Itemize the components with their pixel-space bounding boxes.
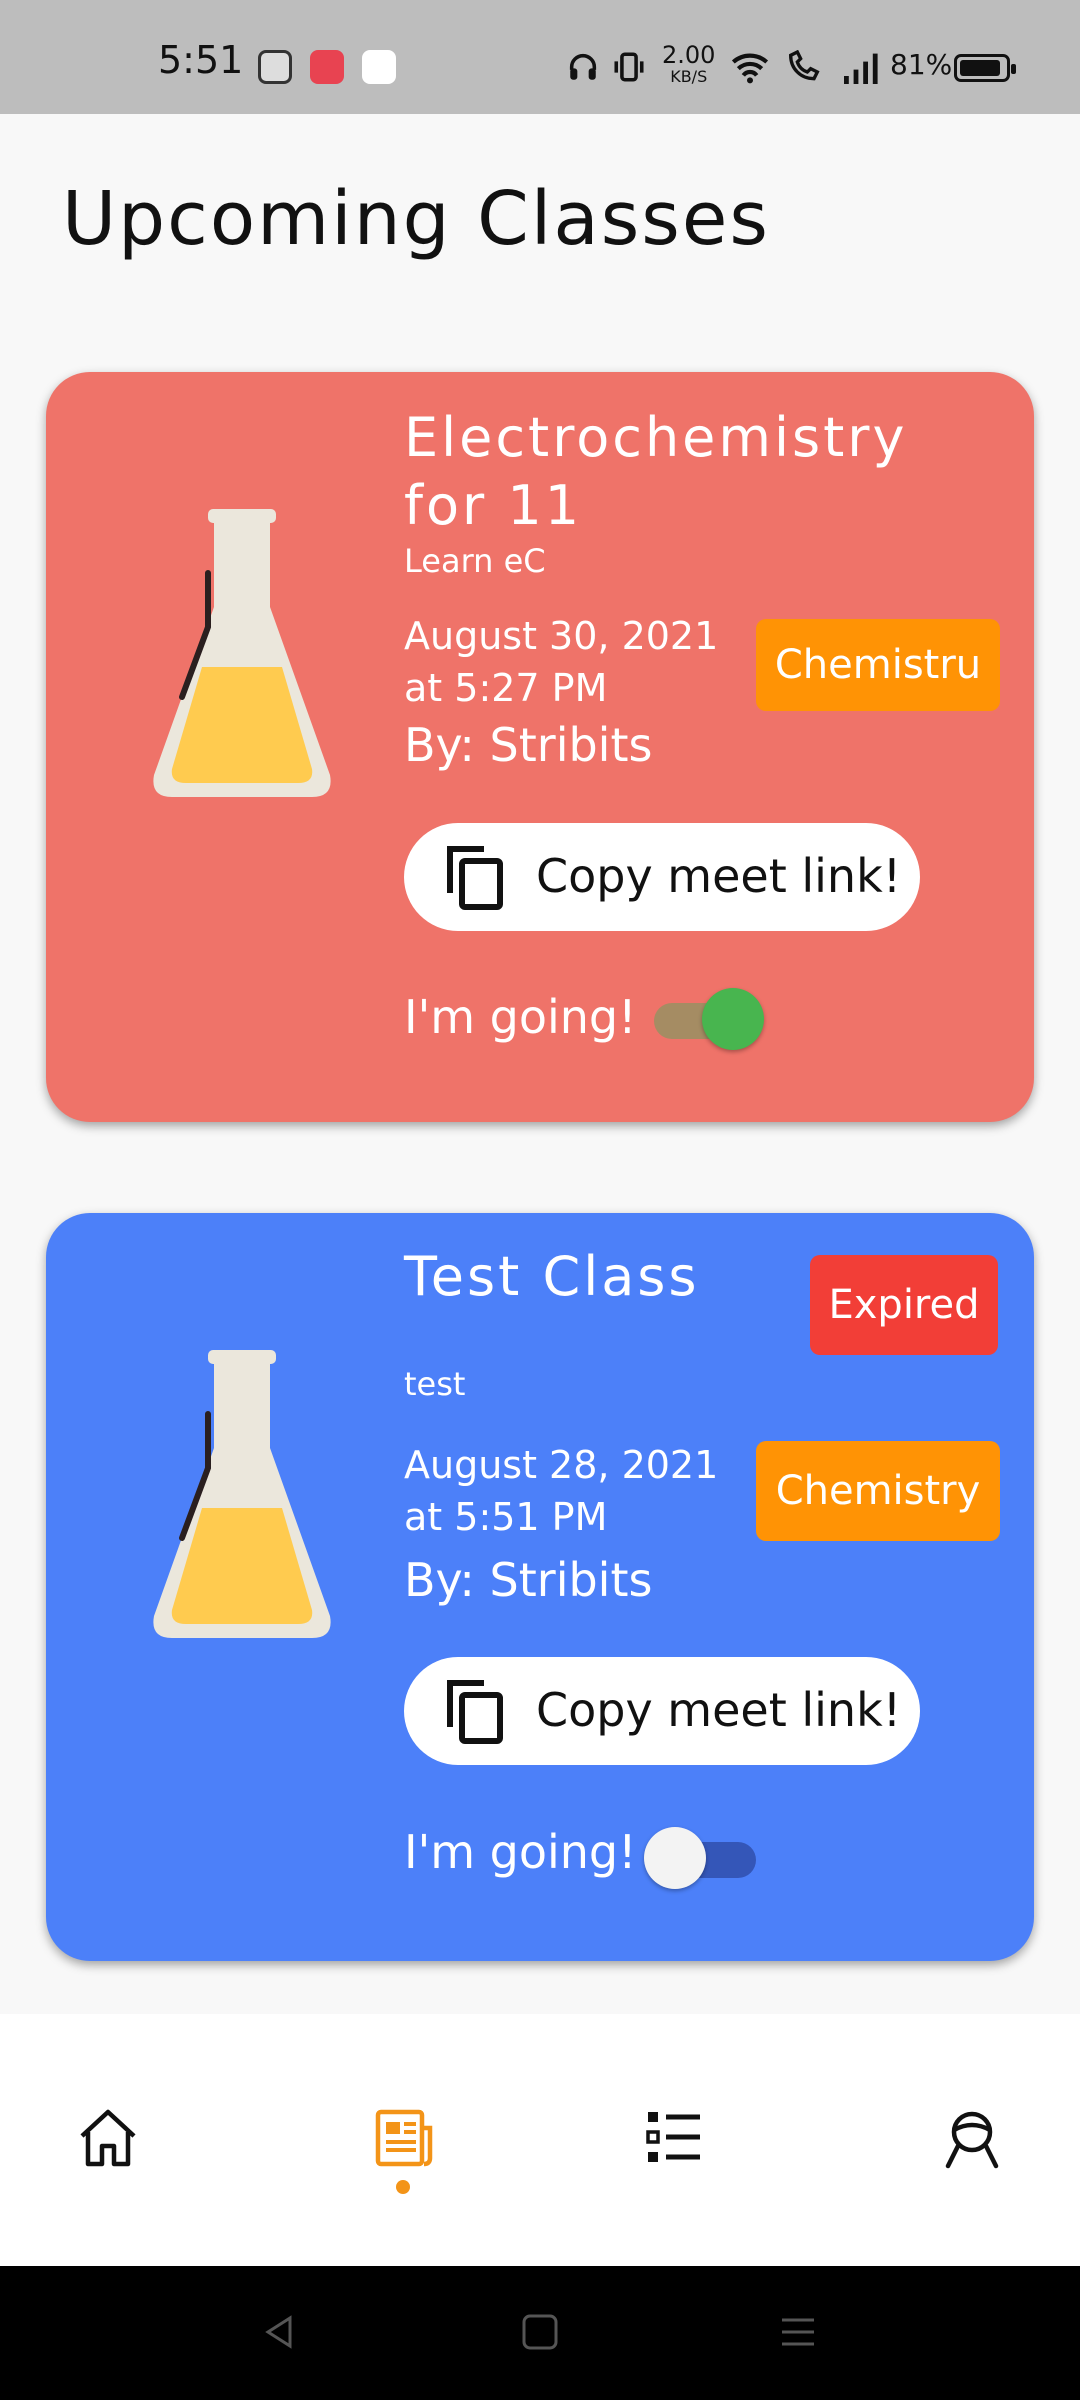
list-icon[interactable]: [642, 2106, 706, 2170]
copy-icon: [447, 846, 503, 910]
class-date: August 28, 2021 at 5:51 PM: [404, 1443, 719, 1539]
subject-tag: Chemistry: [756, 1441, 1000, 1541]
going-label: I'm going!: [404, 990, 637, 1044]
calculator-notification-icon: [258, 50, 292, 84]
copy-meet-link-label: Copy meet link!: [536, 1683, 902, 1737]
graduation-cap-notification-icon: [362, 50, 396, 84]
recents-icon[interactable]: [778, 2312, 818, 2352]
class-title: Test Class: [404, 1245, 700, 1308]
toggle-knob: [644, 1827, 706, 1889]
system-navigation-bar: [0, 2266, 1080, 2400]
signal-icon: [844, 53, 878, 84]
network-speed-unit: KB/S: [670, 67, 708, 86]
news-icon[interactable]: [372, 2106, 436, 2170]
status-time: 5:51: [158, 38, 244, 82]
video-notification-icon: [310, 50, 344, 84]
class-subtitle: Learn eC: [404, 542, 546, 580]
network-speed: 2.00 KB/S: [662, 41, 716, 88]
battery-icon: [954, 54, 1016, 82]
network-speed-value: 2.00: [662, 41, 716, 69]
home-button-icon[interactable]: [520, 2312, 560, 2352]
toggle-knob: [702, 988, 764, 1050]
copy-meet-link-button[interactable]: Copy meet link!: [404, 823, 920, 931]
going-toggle[interactable]: [644, 1827, 756, 1891]
class-host: By: Stribits: [404, 1553, 653, 1607]
headphones-icon: [569, 53, 597, 80]
subject-tag: Chemistru: [756, 619, 1000, 711]
flask-icon: [153, 1350, 331, 1638]
profile-icon[interactable]: [940, 2106, 1004, 2170]
battery-percent: 81%: [890, 48, 953, 81]
bottom-navigation: [0, 2014, 1080, 2266]
flask-icon: [153, 509, 331, 797]
back-icon[interactable]: [260, 2312, 300, 2352]
class-card: Electrochemistry for 11 Learn eC August …: [46, 372, 1034, 1122]
wifi-icon: [731, 53, 769, 84]
expired-badge: Expired: [810, 1255, 998, 1355]
going-label: I'm going!: [404, 1825, 637, 1879]
class-subtitle: test: [404, 1365, 466, 1403]
copy-icon: [447, 1680, 503, 1744]
class-date: August 30, 2021 at 5:27 PM: [404, 614, 719, 710]
class-title: Electrochemistry for 11: [404, 406, 908, 537]
wifi-call-icon: [788, 50, 820, 81]
class-host: By: Stribits: [404, 718, 653, 772]
status-bar: 5:51 2.00 KB/S 81%: [0, 0, 1080, 114]
active-tab-indicator: [396, 2180, 410, 2194]
page-title: Upcoming Classes: [62, 176, 770, 262]
copy-meet-link-button[interactable]: Copy meet link!: [404, 1657, 920, 1765]
class-card: Test Class Expired test August 28, 2021 …: [46, 1213, 1034, 1961]
home-icon[interactable]: [76, 2106, 140, 2170]
vibrate-icon: [614, 52, 644, 82]
copy-meet-link-label: Copy meet link!: [536, 849, 902, 903]
going-toggle[interactable]: [654, 988, 764, 1052]
